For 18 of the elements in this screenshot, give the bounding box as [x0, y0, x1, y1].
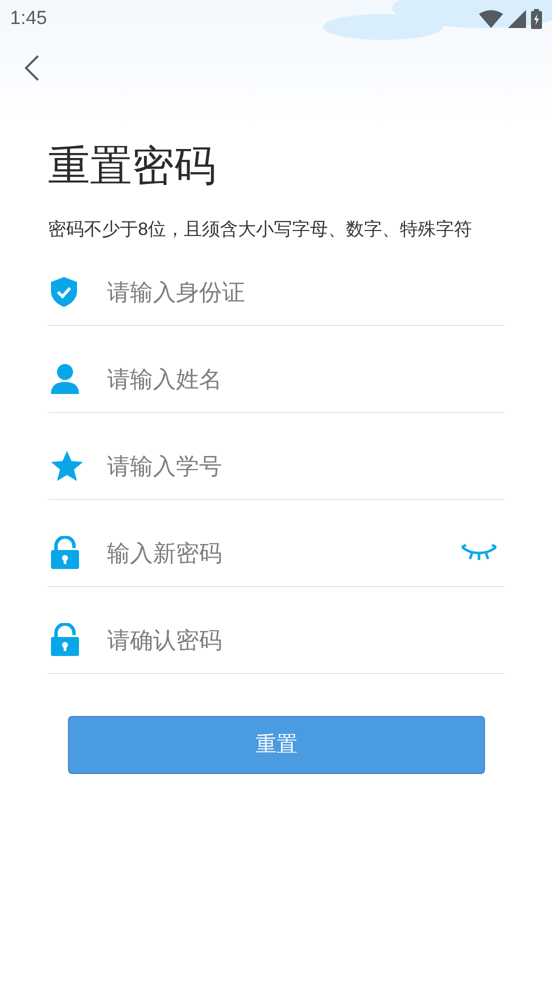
wifi-icon: [479, 10, 503, 28]
text-field[interactable]: 请确认密码: [107, 622, 505, 658]
lock-icon: [50, 536, 80, 570]
text-field[interactable]: 输入新密码: [107, 536, 461, 570]
password-hint: 密码不少于8位，且须含大小写字母、数字、特殊字符: [48, 218, 474, 241]
signal-icon: [508, 10, 526, 28]
text-field[interactable]: 请输入姓名: [107, 362, 505, 396]
lock-icon: [50, 623, 80, 657]
text-field[interactable]: 请输入身份证: [107, 274, 505, 310]
reset-button[interactable]: 重置: [68, 716, 485, 774]
battery-charging-icon: [531, 9, 542, 29]
status-time: 1:45: [10, 6, 47, 31]
page-title: 重置密码: [48, 141, 217, 191]
star-icon: [50, 450, 84, 482]
person-icon: [50, 363, 80, 395]
text-field[interactable]: 请输入学号: [107, 448, 505, 484]
shield-check-icon: [50, 276, 78, 308]
closed-eye-icon[interactable]: [461, 544, 497, 562]
